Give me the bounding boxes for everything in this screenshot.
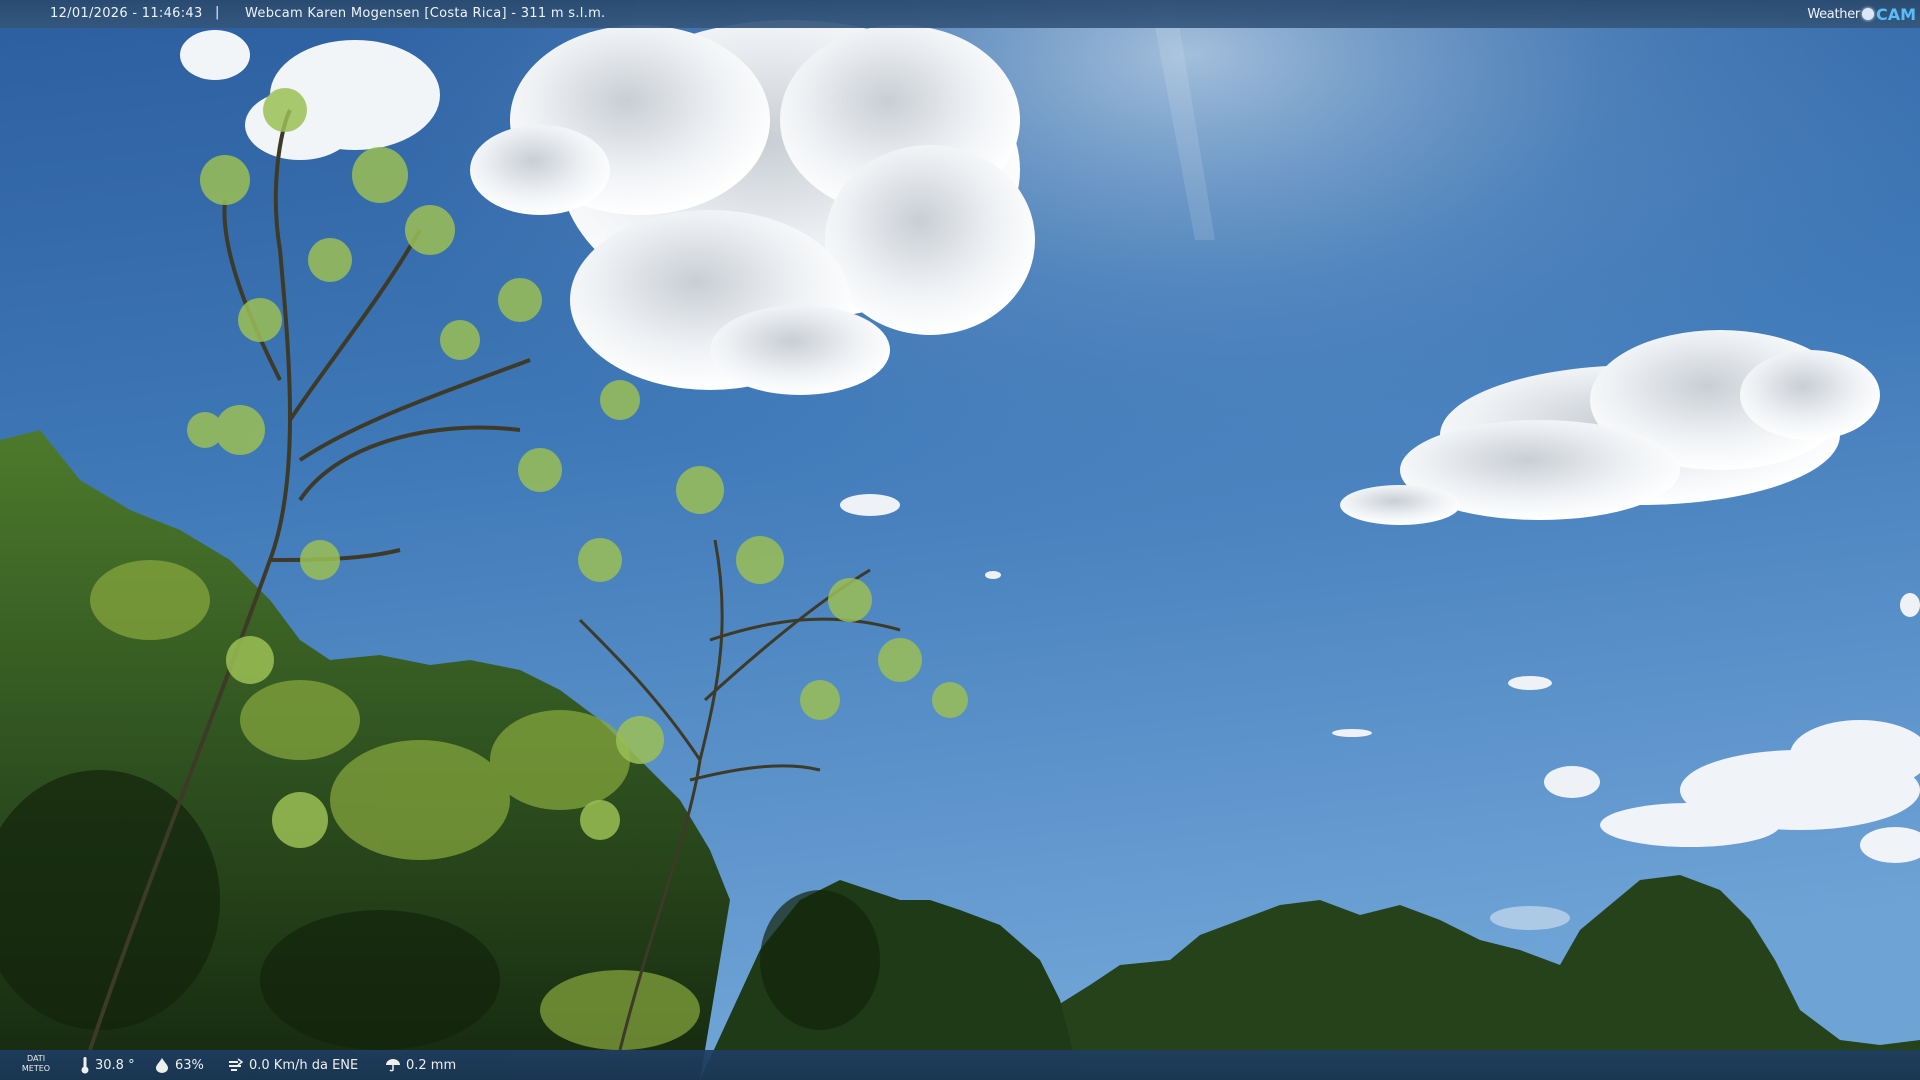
- wind-icon: [229, 1058, 244, 1071]
- wind-reading: 0.0 Km/h da ENE: [228, 1050, 358, 1080]
- top-info-bar: 12/01/2026 - 11:46:43 | Webcam Karen Mog…: [0, 0, 1920, 28]
- meteo-label-line2: METEO: [21, 1064, 51, 1073]
- temperature-reading: 30.8 °: [80, 1050, 135, 1080]
- logo-dot-icon: [1861, 8, 1874, 20]
- thermometer-icon: [81, 1057, 89, 1074]
- webcam-title: Webcam Karen Mogensen [Costa Rica] - 311…: [245, 6, 606, 21]
- humidity-value: 63%: [175, 1057, 204, 1073]
- header-separator: |: [215, 5, 220, 20]
- humidity-drop-icon: [156, 1058, 168, 1073]
- rain-value: 0.2 mm: [406, 1057, 457, 1073]
- capture-datetime: 12/01/2026 - 11:46:43: [50, 6, 203, 21]
- rain-icon: [386, 1059, 400, 1072]
- meteo-label-line1: DATI: [26, 1054, 46, 1063]
- logo-weather-text: Weather: [1807, 6, 1860, 22]
- meteo-label: DATI METEO: [16, 1054, 56, 1074]
- webcam-scene: [0, 0, 1920, 1080]
- weather-data-bar: DATI METEO 30.8 ° 63% 0.0 Km/h da ENE 0.…: [0, 1050, 1920, 1080]
- temperature-value: 30.8 °: [95, 1057, 135, 1073]
- humidity-reading: 63%: [154, 1050, 204, 1080]
- wind-value: 0.0 Km/h da ENE: [249, 1057, 359, 1073]
- weathercam-logo: Weather CAM: [1807, 2, 1916, 26]
- logo-cam-text: CAM: [1875, 4, 1916, 24]
- rain-reading: 0.2 mm: [385, 1050, 456, 1080]
